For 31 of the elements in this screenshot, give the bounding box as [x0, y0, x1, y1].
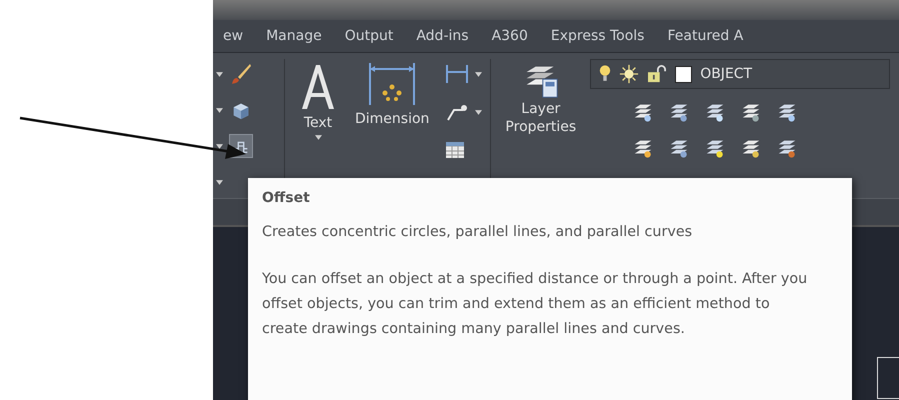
caret-icon[interactable] [216, 180, 223, 184]
ribbon-tab[interactable]: Manage [256, 24, 332, 48]
viewport-frame [877, 357, 899, 399]
layer-name: OBJECT [700, 66, 752, 82]
text-button[interactable]: Text [293, 59, 343, 142]
ribbon-tab[interactable]: ew [213, 24, 254, 48]
caret-icon[interactable] [216, 108, 223, 112]
table-icon[interactable] [445, 141, 466, 159]
caret-icon[interactable] [475, 72, 482, 76]
caret-icon[interactable] [475, 110, 482, 114]
ribbon-tab[interactable]: Express Tools [540, 24, 654, 48]
layer-properties-button[interactable]: Layer Properties [499, 59, 582, 137]
ribbon-tab[interactable]: Output [334, 24, 404, 48]
unlocked-padlock-icon [647, 65, 668, 83]
caret-icon[interactable] [216, 72, 223, 76]
layer-dropdown[interactable]: OBJECT [590, 59, 890, 89]
ribbon-tab[interactable]: Add-ins [406, 24, 479, 48]
caret-icon[interactable] [216, 144, 223, 148]
tooltip-title: Offset [262, 190, 311, 206]
paintbrush-icon[interactable] [229, 62, 253, 86]
tooltip-summary: Creates concentric circles, parallel lines, and parallel curves [262, 223, 694, 242]
tooltip-description: You can offset an object at a specified distance or through a point. After you offset objects, you can trim and extend them as an efficient method to create drawings containing many parallel lines and curves. [262, 270, 808, 339]
lightbulb-icon [599, 64, 612, 84]
ribbon-tab[interactable]: Featured A [657, 24, 754, 48]
color-swatch [675, 66, 692, 82]
linear-dimension-icon[interactable] [445, 64, 470, 84]
sun-icon [619, 64, 640, 84]
dimension-button[interactable]: Dimension [349, 59, 436, 129]
ribbon-tab[interactable]: A360 [482, 24, 538, 48]
caret-icon [314, 135, 322, 140]
leader-icon[interactable] [445, 102, 470, 122]
